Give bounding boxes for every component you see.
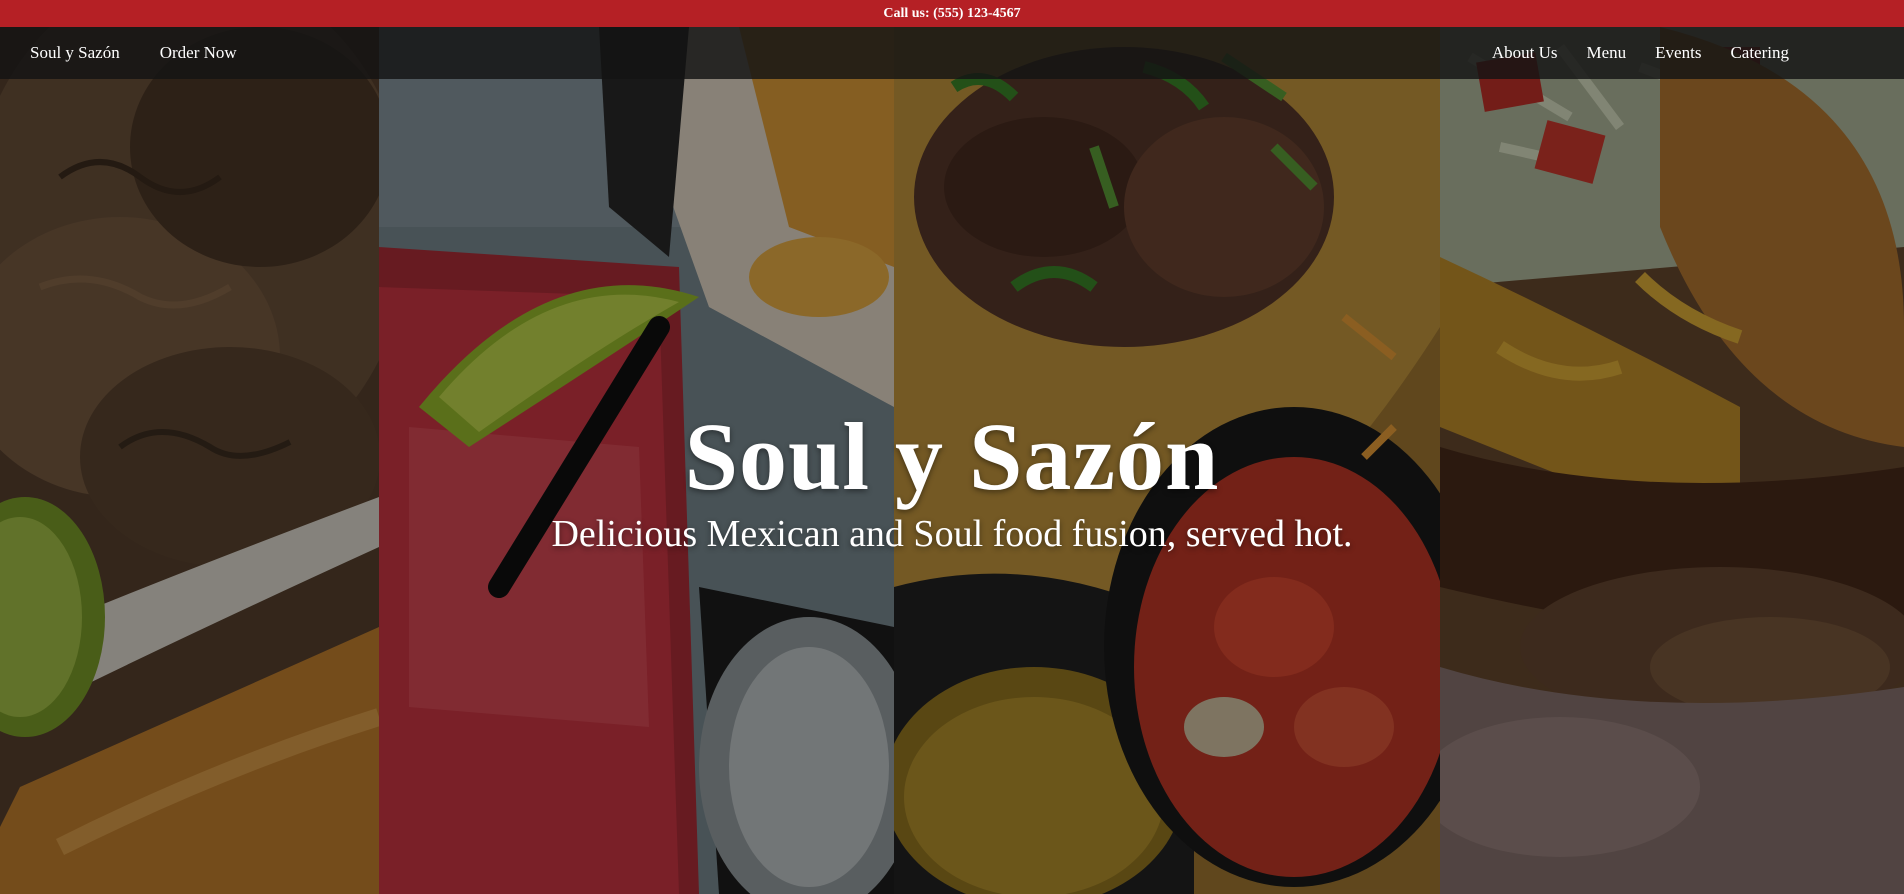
nav-right: About Us Menu Events Catering (1492, 43, 1789, 63)
hero-section: Soul y Sazón Delicious Mexican and Soul … (0, 27, 1904, 894)
call-us-bar: Call us: (555) 123-4567 (0, 0, 1904, 27)
hero-text: Soul y Sazón Delicious Mexican and Soul … (0, 402, 1904, 556)
hero-subtitle: Delicious Mexican and Soul food fusion, … (551, 513, 1353, 555)
nav-link-menu[interactable]: Menu (1587, 43, 1627, 63)
brand-link[interactable]: Soul y Sazón (30, 43, 120, 63)
order-now-link[interactable]: Order Now (160, 43, 237, 63)
call-us-text[interactable]: Call us: (555) 123-4567 (883, 6, 1020, 22)
main-navbar: Soul y Sazón Order Now About Us Menu Eve… (0, 27, 1904, 79)
nav-link-catering[interactable]: Catering (1730, 43, 1789, 63)
nav-link-events[interactable]: Events (1655, 43, 1701, 63)
nav-link-about-us[interactable]: About Us (1492, 43, 1558, 63)
hero-title: Soul y Sazón (684, 403, 1220, 510)
nav-left: Soul y Sazón Order Now (0, 43, 237, 63)
